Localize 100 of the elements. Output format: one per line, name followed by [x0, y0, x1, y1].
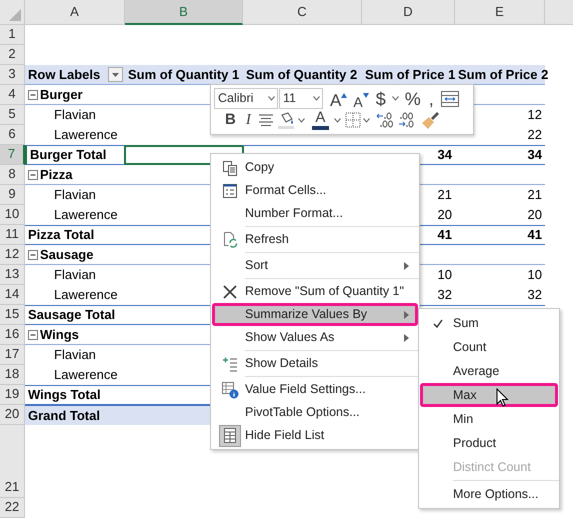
field-list-icon	[219, 424, 241, 446]
menu-item[interactable]: Number Format...	[211, 202, 419, 228]
submenu-item[interactable]: Count	[419, 335, 559, 359]
row-label: Grand Total	[28, 406, 100, 425]
row-header[interactable]: 5	[0, 105, 25, 125]
bold-button[interactable]: B	[220, 109, 241, 132]
row-header[interactable]: 18	[0, 365, 25, 385]
grow-font-button[interactable]: A	[327, 88, 350, 108]
menu-item[interactable]: Show Values As	[211, 326, 419, 352]
menu-item[interactable]: Show Details	[211, 352, 419, 378]
font-name-field[interactable]: Calibri	[214, 88, 278, 109]
decrease-decimal-icon[interactable]	[398, 112, 416, 128]
increase-decimal-icon[interactable]	[376, 112, 394, 128]
italic-button[interactable]: I	[240, 109, 256, 132]
cell-value: 10	[528, 266, 542, 284]
column-header[interactable]: D	[362, 0, 455, 25]
row-header[interactable]: 1	[0, 25, 25, 45]
dropdown-caret-icon[interactable]	[362, 118, 370, 123]
row-header[interactable]: 21	[0, 425, 25, 498]
submenu-item[interactable]: Sum	[419, 311, 559, 335]
menu-item[interactable]: Format Cells...	[211, 179, 419, 202]
cell-value: 32	[528, 286, 542, 304]
row-header[interactable]: 15	[0, 305, 25, 325]
align-center-icon[interactable]	[258, 113, 274, 128]
row-header[interactable]: 17	[0, 345, 25, 365]
font-size-field[interactable]: 11	[279, 88, 323, 109]
dropdown-caret-icon[interactable]	[334, 118, 341, 123]
row-header[interactable]: 22	[0, 498, 25, 518]
row-header[interactable]: 11	[0, 225, 25, 245]
row-header[interactable]: 16	[0, 325, 25, 345]
submenu-item[interactable]: Min	[419, 407, 559, 431]
caret-icon	[112, 72, 119, 76]
row-label: Sausage Total	[28, 306, 116, 324]
submenu-arrow-icon	[404, 334, 409, 342]
row-header[interactable]: 20	[0, 405, 25, 425]
row-header[interactable]: 13	[0, 265, 25, 285]
menu-item[interactable]: Sort	[211, 254, 419, 280]
collapse-icon[interactable]	[28, 250, 38, 260]
row-header[interactable]: 10	[0, 205, 25, 225]
up-triangle-icon	[341, 92, 348, 98]
cell-value: 10	[438, 266, 452, 284]
submenu-item[interactable]: Average	[419, 359, 559, 383]
row-header[interactable]: 6	[0, 125, 25, 145]
submenu-item[interactable]: Product	[419, 431, 559, 455]
dropdown-caret-icon[interactable]	[298, 118, 305, 123]
menu-item[interactable]: Hide Field List	[211, 424, 419, 447]
collapse-icon[interactable]	[28, 90, 38, 100]
format-painter-icon[interactable]	[420, 111, 440, 130]
filter-dropdown-button[interactable]	[108, 67, 123, 82]
row-header[interactable]: 8	[0, 165, 25, 185]
checkmark-icon	[433, 318, 443, 328]
row-header[interactable]: 12	[0, 245, 25, 265]
menu-item[interactable]: Value Field Settings...	[211, 378, 419, 401]
menu-item[interactable]: Remove "Sum of Quantity 1"	[211, 280, 419, 303]
column-header[interactable]: C	[243, 0, 362, 25]
menu-item[interactable]: Copy	[211, 156, 419, 179]
submenu-arrow-icon	[404, 310, 409, 318]
menu-item[interactable]: Summarize Values By	[211, 303, 419, 326]
dropdown-caret-icon[interactable]	[392, 96, 399, 101]
row-header[interactable]: 9	[0, 185, 25, 205]
collapse-icon[interactable]	[28, 170, 38, 180]
font-color-button[interactable]: A	[308, 110, 332, 130]
row-header[interactable]: 7	[0, 145, 25, 165]
row-header[interactable]: 19	[0, 385, 25, 405]
format-cells-icon	[222, 182, 238, 198]
format-button[interactable]: ,	[424, 90, 438, 108]
cell-value: 21	[438, 186, 452, 204]
menu-item[interactable]: PivotTable Options...	[211, 401, 419, 424]
dropdown-caret-icon[interactable]	[268, 96, 275, 101]
column-heading: Sum of Price 1	[365, 66, 456, 84]
format-button[interactable]: %	[400, 90, 425, 108]
cell-value: 20	[528, 206, 542, 224]
row-label: Pizza Total	[28, 226, 94, 244]
row-label: Flavian	[54, 186, 96, 204]
row-label: Flavian	[54, 266, 96, 284]
shrink-font-button[interactable]: A	[350, 88, 372, 108]
menu-item[interactable]: Refresh	[211, 228, 419, 254]
column-header[interactable]: A	[25, 0, 125, 25]
row-header[interactable]: 3	[0, 65, 25, 85]
row-header[interactable]: 2	[0, 45, 25, 65]
format-button[interactable]: $	[372, 90, 390, 108]
submenu-item[interactable]: More Options...	[419, 479, 559, 506]
cell-value: 34	[528, 146, 542, 164]
column-header[interactable]: B	[125, 0, 243, 25]
row-label: Wings	[40, 326, 79, 344]
cell-value: 20	[438, 206, 452, 224]
borders-icon[interactable]	[344, 112, 361, 128]
fill-color-icon[interactable]	[278, 112, 296, 129]
field-settings-icon	[221, 380, 239, 398]
cell-value: 41	[438, 226, 452, 244]
cell-value: 41	[528, 226, 542, 244]
row-header[interactable]: 4	[0, 85, 25, 105]
wrap-text-icon[interactable]	[440, 90, 460, 108]
submenu-item[interactable]: Max	[419, 383, 559, 407]
column-header[interactable]: E	[455, 0, 545, 25]
collapse-icon[interactable]	[28, 330, 38, 340]
dropdown-caret-icon[interactable]	[313, 96, 320, 101]
row-label: Lawerence	[54, 286, 118, 304]
row-label: Burger Total	[30, 146, 106, 164]
row-header[interactable]: 14	[0, 285, 25, 305]
